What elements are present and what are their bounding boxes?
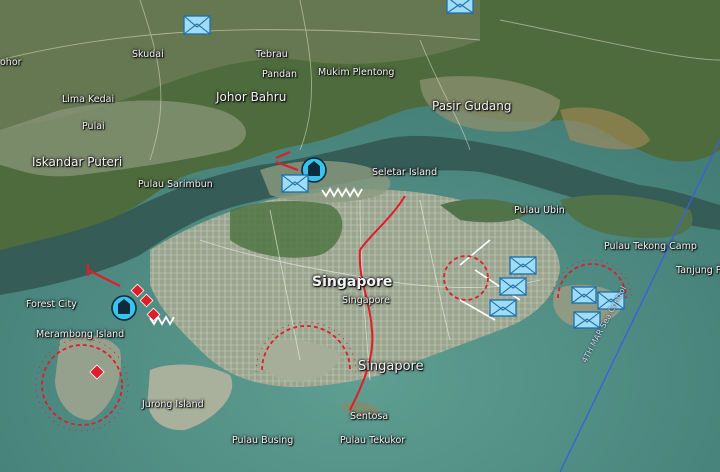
envelope-unit-icon[interactable]	[183, 15, 211, 35]
label-tebrau: Tebrau	[256, 49, 288, 60]
envelope-unit-icon[interactable]	[281, 174, 309, 193]
label-sentosa: Sentosa	[350, 411, 389, 422]
label-johor: ohor	[0, 57, 22, 68]
label-pulau-tekukor: Pulau Tekukor	[340, 435, 406, 446]
label-pulau-ubin: Pulau Ubin	[514, 205, 565, 216]
label-pandan: Pandan	[262, 69, 298, 80]
label-pulau-tekong-camp: Pulau Tekong Camp	[604, 241, 697, 252]
label-lima-kedai: Lima Kedai	[62, 94, 115, 105]
label-tanjung: Tanjung P	[676, 265, 720, 276]
tactical-map[interactable]: ohor Skudai Tebrau Pandan Mukim Plentong…	[0, 0, 720, 472]
label-merambong-island: Merambong Island	[36, 329, 125, 340]
naval-unit-icon[interactable]	[111, 295, 137, 321]
envelope-unit-icon[interactable]	[446, 0, 474, 14]
label-singapore-sub: Singapore	[342, 295, 390, 306]
label-singapore-main: Singapore	[312, 274, 393, 290]
label-skudai: Skudai	[132, 49, 164, 60]
label-singapore-south: Singapore	[358, 359, 424, 374]
label-pulau-busing: Pulau Busing	[232, 435, 294, 446]
label-iskandar-puteri: Iskandar Puteri	[32, 155, 123, 169]
label-johor-bahru: Johor Bahru	[216, 90, 287, 104]
label-seletar-island: Seletar Island	[372, 167, 438, 178]
envelope-unit-icon[interactable]	[573, 311, 601, 329]
label-forest-city: Forest City	[26, 299, 77, 310]
label-pasir-gudang: Pasir Gudang	[432, 99, 512, 113]
label-jurong-island: Jurong Island	[142, 399, 204, 410]
envelope-unit-icon[interactable]	[571, 286, 597, 304]
envelope-unit-icon[interactable]	[489, 299, 517, 317]
envelope-unit-icon[interactable]	[499, 277, 527, 296]
envelope-unit-icon[interactable]	[509, 256, 537, 275]
label-pulau-sarimbun: Pulau Sarimbun	[138, 179, 213, 190]
label-pulai: Pulai	[82, 121, 105, 132]
label-mukim-plentong: Mukim Plentong	[318, 67, 395, 78]
